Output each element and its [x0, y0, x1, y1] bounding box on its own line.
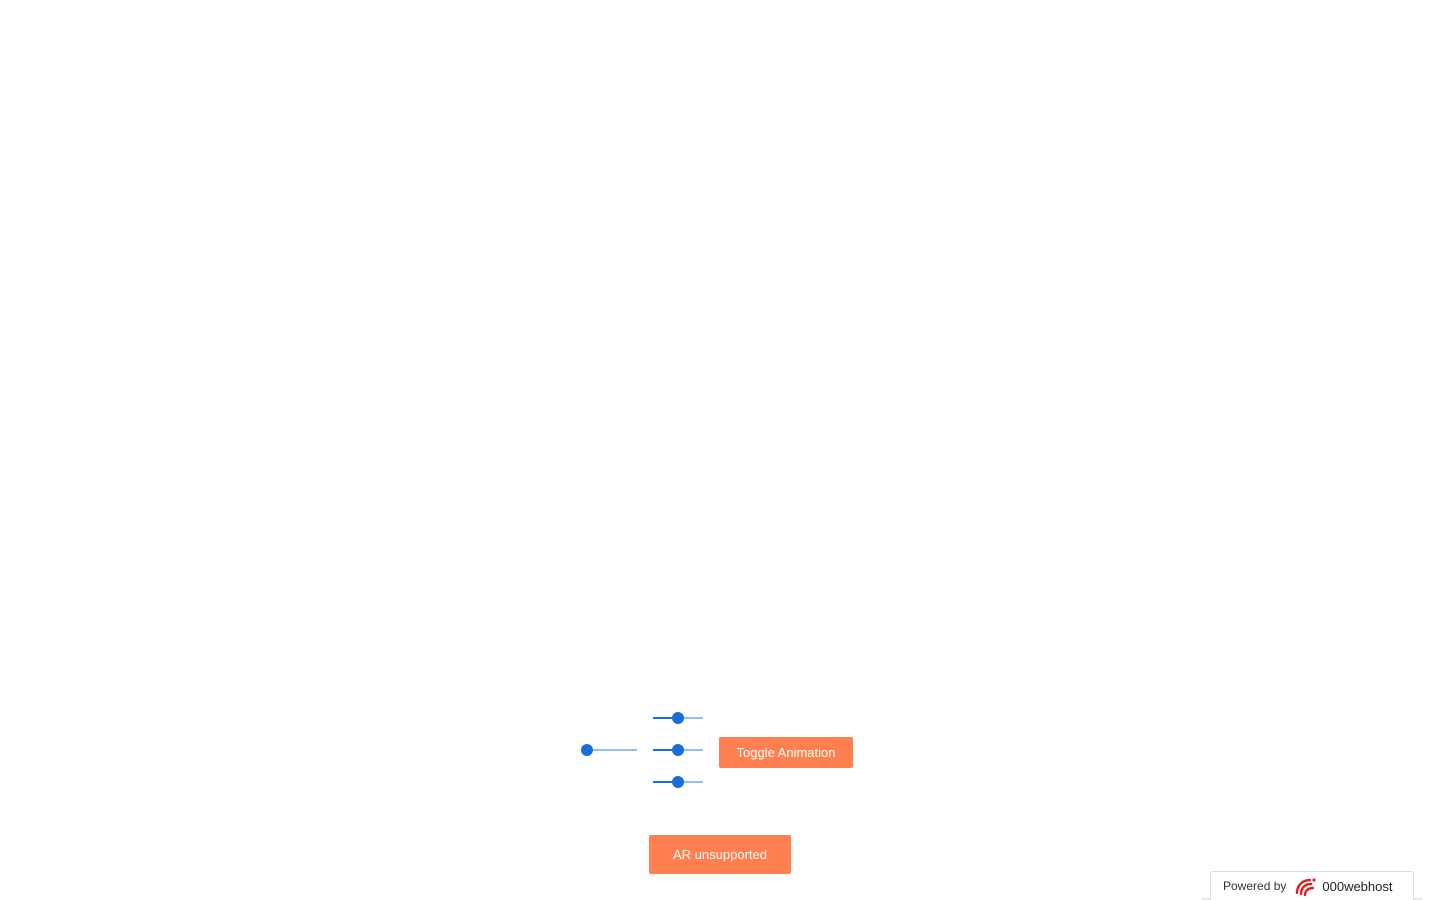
- toggle-animation-button[interactable]: Toggle Animation: [719, 737, 853, 768]
- slider-thumb[interactable]: [672, 776, 684, 788]
- slider-top[interactable]: [653, 710, 703, 726]
- 000webhost-logo-icon: [1294, 875, 1318, 897]
- slider-thumb[interactable]: [672, 744, 684, 756]
- powered-by-label: Powered by: [1223, 879, 1287, 893]
- slider-left[interactable]: [581, 742, 637, 758]
- ar-button[interactable]: AR unsupported: [649, 835, 791, 874]
- brand-name: 000webhost: [1322, 878, 1393, 894]
- slider-track: [587, 749, 637, 751]
- powered-by-badge[interactable]: Powered by 000webhost: [1210, 871, 1414, 900]
- slider-middle[interactable]: [653, 742, 703, 758]
- slider-thumb[interactable]: [672, 712, 684, 724]
- 3d-viewer-canvas[interactable]: [0, 0, 1440, 690]
- slider-bottom[interactable]: [653, 774, 703, 790]
- slider-thumb[interactable]: [581, 744, 593, 756]
- page: Toggle Animation AR unsupported Powered …: [0, 0, 1440, 900]
